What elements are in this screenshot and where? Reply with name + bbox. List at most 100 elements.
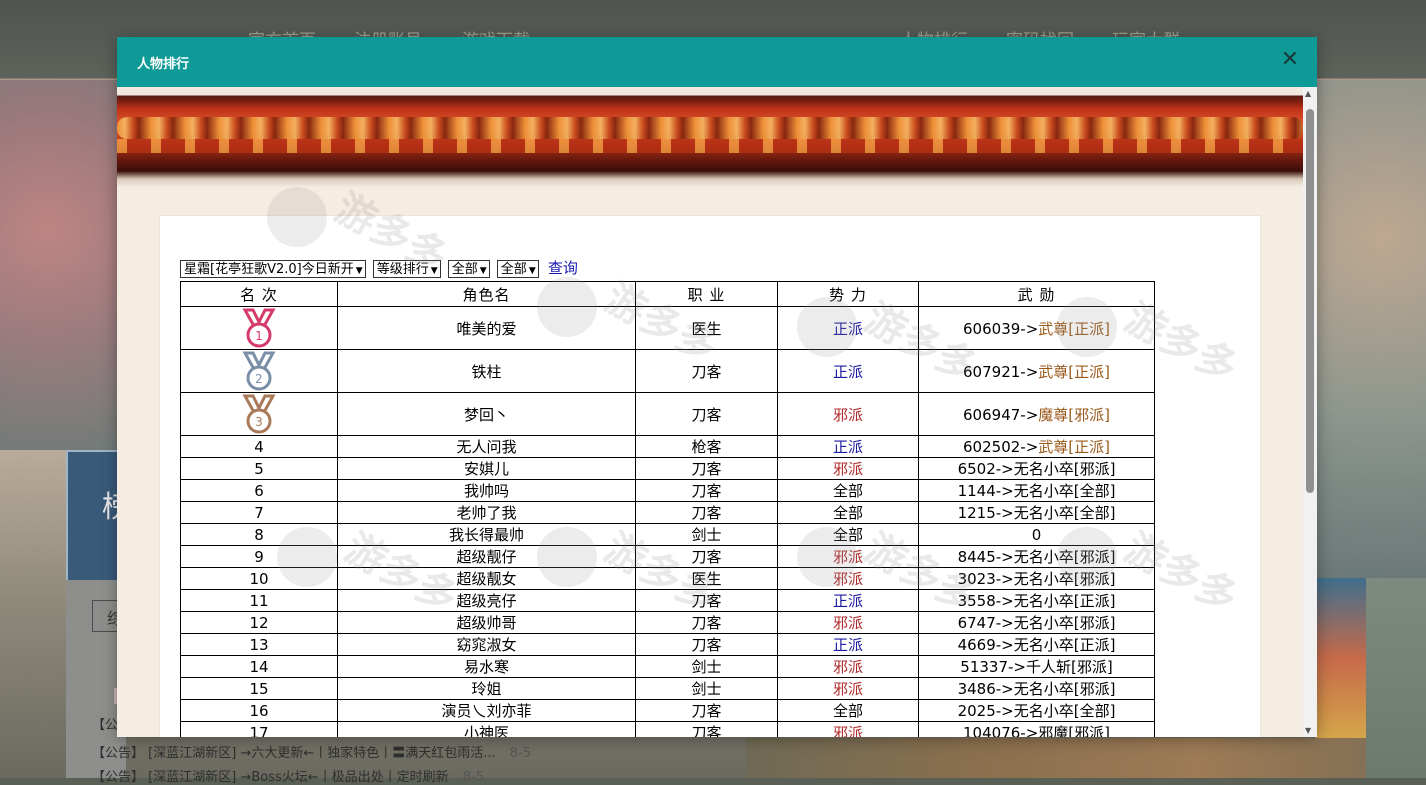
cell-job: 剑士: [635, 677, 778, 700]
query-link[interactable]: 查询: [548, 259, 578, 277]
cell-rank: 17: [180, 721, 338, 737]
modal-header: 人物排行 ✕: [117, 37, 1317, 87]
cell-rank: 3: [180, 392, 338, 436]
cell-faction: 邪派: [777, 567, 919, 590]
merit-value: 2025->无名小卒[全部]: [957, 702, 1116, 720]
cell-name: 我长得最帅: [337, 523, 636, 546]
cell-faction: 全部: [777, 523, 919, 546]
merit-value: 6502->无名小卒[邪派]: [957, 460, 1116, 478]
cell-rank: 2: [180, 349, 338, 393]
cell-merit: 3023->无名小卒[邪派]: [918, 567, 1155, 590]
merit-value: 1144->无名小卒[全部]: [957, 482, 1116, 500]
server-select[interactable]: 星霜[花亭狂歌V2.0]今日新开 ▼: [180, 260, 366, 278]
table-row: 17 小神医 刀客 邪派 104076->邪魔[邪派]: [180, 721, 1155, 737]
cell-merit: 3486->无名小卒[邪派]: [918, 677, 1155, 700]
cell-name: 窈窕淑女: [337, 633, 636, 656]
modal-body: 星霜[花亭狂歌V2.0]今日新开 ▼ 等级排行 ▼ 全部 ▼ 全部 ▼ 查询 名 次 角…: [117, 87, 1303, 737]
cell-job: 刀客: [635, 479, 778, 502]
cell-job: 剑士: [635, 655, 778, 678]
chevron-down-icon: ▼: [355, 266, 363, 276]
medal-icon: 1: [242, 308, 276, 348]
medal-icon: 2: [242, 351, 276, 391]
close-icon[interactable]: ✕: [1279, 49, 1301, 71]
table-row: 14 易水寒 剑士 邪派 51337->千人斩[邪派]: [180, 655, 1155, 678]
scroll-up-icon[interactable]: ▲: [1305, 89, 1311, 98]
cell-name: 铁柱: [337, 349, 636, 393]
bg-news-prefix: 【公: [92, 718, 119, 733]
cell-merit: 3558->无名小卒[正派]: [918, 589, 1155, 612]
cell-name: 我帅吗: [337, 479, 636, 502]
cell-faction: 全部: [777, 699, 919, 722]
merit-value: 51337->千人斩[邪派]: [960, 658, 1113, 676]
cell-rank: 8: [180, 523, 338, 546]
header-job: 职 业: [635, 281, 778, 307]
svg-text:2: 2: [255, 372, 263, 386]
modal-title: 人物排行: [137, 57, 190, 72]
chevron-down-icon: ▼: [479, 266, 487, 276]
cell-merit: 6747->无名小卒[邪派]: [918, 611, 1155, 634]
filter-bar: 星霜[花亭狂歌V2.0]今日新开 ▼ 等级排行 ▼ 全部 ▼ 全部 ▼ 查询: [180, 260, 578, 280]
merit-value: 6747->无名小卒[邪派]: [957, 614, 1116, 632]
cell-faction: 邪派: [777, 457, 919, 480]
merit-value: 3558->无名小卒[正派]: [957, 592, 1116, 610]
cell-merit: 6502->无名小卒[邪派]: [918, 457, 1155, 480]
cell-rank: 9: [180, 545, 338, 568]
merit-value: 3486->无名小卒[邪派]: [957, 680, 1116, 698]
job-select-value: 全部: [451, 262, 478, 277]
ranking-card: 星霜[花亭狂歌V2.0]今日新开 ▼ 等级排行 ▼ 全部 ▼ 全部 ▼ 查询 名 次 角…: [159, 215, 1261, 737]
cell-job: 剑士: [635, 523, 778, 546]
ranking-modal: 人物排行 ✕ 星霜[花亭狂歌V2.0]今日新开 ▼ 等级排行 ▼ 全部 ▼ 全部 ▼ 查…: [117, 37, 1317, 737]
merit-value: 0: [1031, 525, 1042, 544]
cell-faction: 正派: [777, 589, 919, 612]
cell-merit: 1144->无名小卒[全部]: [918, 479, 1155, 502]
cell-job: 刀客: [635, 589, 778, 612]
bg-art-bottom: [746, 738, 1426, 778]
chevron-down-icon: ▼: [430, 266, 438, 276]
scroll-down-icon[interactable]: ▼: [1305, 726, 1311, 735]
bg-news-prefix: 【公告】: [92, 746, 145, 761]
cell-faction: 邪派: [777, 611, 919, 634]
cell-merit: 1215->无名小卒[全部]: [918, 501, 1155, 524]
cell-rank: 4: [180, 435, 338, 458]
cell-rank: 5: [180, 457, 338, 480]
merit-value: 607921->: [963, 362, 1039, 381]
faction-select[interactable]: 全部 ▼: [496, 260, 539, 278]
merit-value: 606039->: [963, 319, 1039, 338]
cell-rank: 10: [180, 567, 338, 590]
merit-value: 606947->: [963, 405, 1039, 424]
table-row: 10 超级靓女 医生 邪派 3023->无名小卒[邪派]: [180, 567, 1155, 590]
roof-eave: [117, 139, 1303, 153]
merit-title: 武尊[正派]: [1038, 438, 1110, 456]
cell-merit: 607921->武尊[正派]: [918, 349, 1155, 393]
cell-name: 玲姐: [337, 677, 636, 700]
table-row: 9 超级靓仔 刀客 邪派 8445->无名小卒[邪派]: [180, 545, 1155, 568]
cell-faction: 正派: [777, 349, 919, 393]
merit-value: 4669->无名小卒[正派]: [957, 636, 1116, 654]
merit-value: 1215->无名小卒[全部]: [957, 504, 1116, 522]
job-select[interactable]: 全部 ▼: [447, 260, 490, 278]
table-row: 16 演员乀刘亦菲 刀客 全部 2025->无名小卒[全部]: [180, 699, 1155, 722]
bg-news-item: 【公告】 [深蓝江湖新区] →六大更新←丨独家特色丨〓满天红包雨活... 8-5: [92, 742, 531, 761]
rank-type-select[interactable]: 等级排行 ▼: [372, 260, 441, 278]
cell-name: 超级靓女: [337, 567, 636, 590]
cell-faction: 全部: [777, 501, 919, 524]
faction-select-value: 全部: [500, 262, 527, 277]
cell-name: 超级靓仔: [337, 545, 636, 568]
table-row: 15 玲姐 剑士 邪派 3486->无名小卒[邪派]: [180, 677, 1155, 700]
cell-job: 医生: [635, 306, 778, 350]
cell-rank: 15: [180, 677, 338, 700]
scrollbar-thumb[interactable]: [1306, 109, 1314, 493]
cell-rank: 13: [180, 633, 338, 656]
bg-art-right-low: [1316, 578, 1366, 738]
cell-rank: 16: [180, 699, 338, 722]
cell-name: 梦回丶: [337, 392, 636, 436]
merit-value: 104076->邪魔[邪派]: [963, 724, 1110, 737]
cell-job: 刀客: [635, 699, 778, 722]
cell-job: 刀客: [635, 392, 778, 436]
cell-faction: 全部: [777, 479, 919, 502]
modal-scrollbar[interactable]: ▲ ▼: [1303, 87, 1317, 737]
table-row: 3 梦回丶 刀客 邪派 606947->魔尊[邪派]: [180, 392, 1155, 436]
roof-tiles: [117, 117, 1303, 139]
cell-job: 刀客: [635, 633, 778, 656]
table-row: 1 唯美的爱 医生 正派 606039->武尊[正派]: [180, 306, 1155, 350]
